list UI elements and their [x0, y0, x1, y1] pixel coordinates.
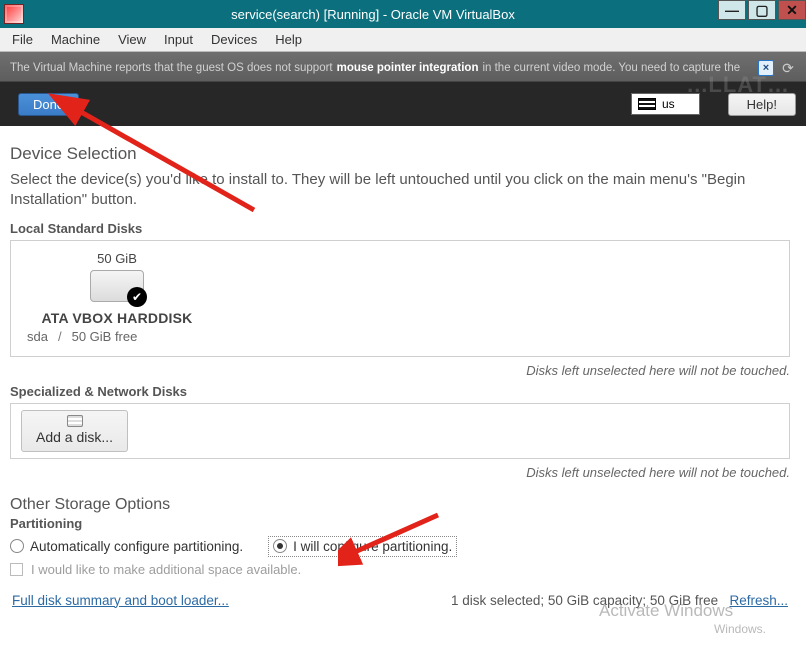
mouse-integration-infobar: The Virtual Machine reports that the gue… [0, 52, 806, 82]
menu-devices[interactable]: Devices [211, 32, 257, 47]
keyboard-language-selector[interactable]: us [631, 93, 700, 115]
window-controls: — ▢ ✕ [718, 0, 806, 28]
add-disk-label: Add a disk... [36, 429, 113, 445]
checkbox-icon [10, 563, 23, 576]
radio-auto-label: Automatically configure partitioning. [30, 539, 243, 554]
disk-summary-link[interactable]: Full disk summary and boot loader... [12, 593, 229, 608]
infobar-close-icon[interactable]: × [758, 60, 774, 76]
radio-manual-partition[interactable]: I will configure partitioning. [269, 537, 456, 556]
specialized-disks-note: Disks left unselected here will not be t… [10, 465, 790, 480]
menu-machine[interactable]: Machine [51, 32, 100, 47]
minimize-button[interactable]: — [718, 0, 746, 20]
device-selection-title: Device Selection [10, 144, 790, 164]
status-text: 1 disk selected; 50 GiB capacity; 50 GiB… [451, 593, 788, 608]
radio-auto-partition[interactable]: Automatically configure partitioning. [10, 539, 243, 554]
close-button[interactable]: ✕ [778, 0, 806, 20]
help-button[interactable]: Help! [728, 93, 796, 116]
specialized-disks-title: Specialized & Network Disks [10, 384, 790, 399]
keyboard-icon [638, 98, 656, 110]
virtualbox-logo-icon [4, 4, 24, 24]
menu-view[interactable]: View [118, 32, 146, 47]
local-disks-title: Local Standard Disks [10, 221, 790, 236]
menu-file[interactable]: File [12, 32, 33, 47]
virtualbox-titlebar: service(search) [Running] - Oracle VM Vi… [0, 0, 806, 28]
done-button[interactable]: Done [18, 93, 79, 116]
additional-space-label: I would like to make additional space av… [31, 562, 301, 577]
add-disk-button[interactable]: Add a disk... [21, 410, 128, 452]
infobar-text-pre: The Virtual Machine reports that the gue… [10, 62, 333, 74]
add-disk-icon [67, 415, 83, 427]
other-storage-title: Other Storage Options [10, 496, 790, 514]
specialized-disks-panel: Add a disk... [10, 403, 790, 459]
infobar-text-post: in the current video mode. You need to c… [482, 62, 740, 74]
status-free: 50 GiB free [650, 593, 718, 608]
infobar-toggle-icon[interactable]: ⟳ [780, 60, 796, 76]
status-prefix: 1 disk selected; [451, 593, 548, 608]
radio-manual-label: I will configure partitioning. [293, 539, 452, 554]
disk-name: ATA VBOX HARDDISK [27, 310, 207, 326]
installer-header: Done us Help! [0, 82, 806, 126]
keyboard-language-label: us [662, 97, 675, 111]
local-disks-note: Disks left unselected here will not be t… [10, 363, 790, 378]
disk-size: 50 GiB [27, 251, 207, 266]
installer-body: Device Selection Select the device(s) yo… [0, 126, 806, 614]
hdd-icon: ✔ [90, 270, 144, 302]
refresh-link[interactable]: Refresh... [729, 593, 788, 608]
check-icon: ✔ [127, 287, 147, 307]
maximize-button[interactable]: ▢ [748, 0, 776, 20]
window-title: service(search) [Running] - Oracle VM Vi… [28, 7, 718, 22]
infobar-text-bold: mouse pointer integration [337, 62, 479, 74]
partitioning-title: Partitioning [10, 516, 790, 531]
partitioning-row: Automatically configure partitioning. I … [10, 537, 790, 556]
virtualbox-menubar: File Machine View Input Devices Help [0, 28, 806, 52]
status-capacity: 50 GiB capacity; [548, 593, 650, 608]
device-selection-desc: Select the device(s) you'd like to insta… [10, 170, 790, 211]
footer: Full disk summary and boot loader... 1 d… [10, 593, 790, 608]
disk-free: 50 GiB free [72, 329, 138, 344]
disk-device: sda [27, 329, 48, 344]
menu-input[interactable]: Input [164, 32, 193, 47]
radio-icon [273, 539, 287, 553]
disk-sep: / [58, 329, 62, 344]
radio-icon [10, 539, 24, 553]
additional-space-row[interactable]: I would like to make additional space av… [10, 562, 790, 577]
disk-card[interactable]: 50 GiB ✔ ATA VBOX HARDDISK sda / 50 GiB … [27, 251, 207, 344]
menu-help[interactable]: Help [275, 32, 302, 47]
local-disks-panel: 50 GiB ✔ ATA VBOX HARDDISK sda / 50 GiB … [10, 240, 790, 357]
watermark-line2: Windows. [714, 622, 766, 636]
